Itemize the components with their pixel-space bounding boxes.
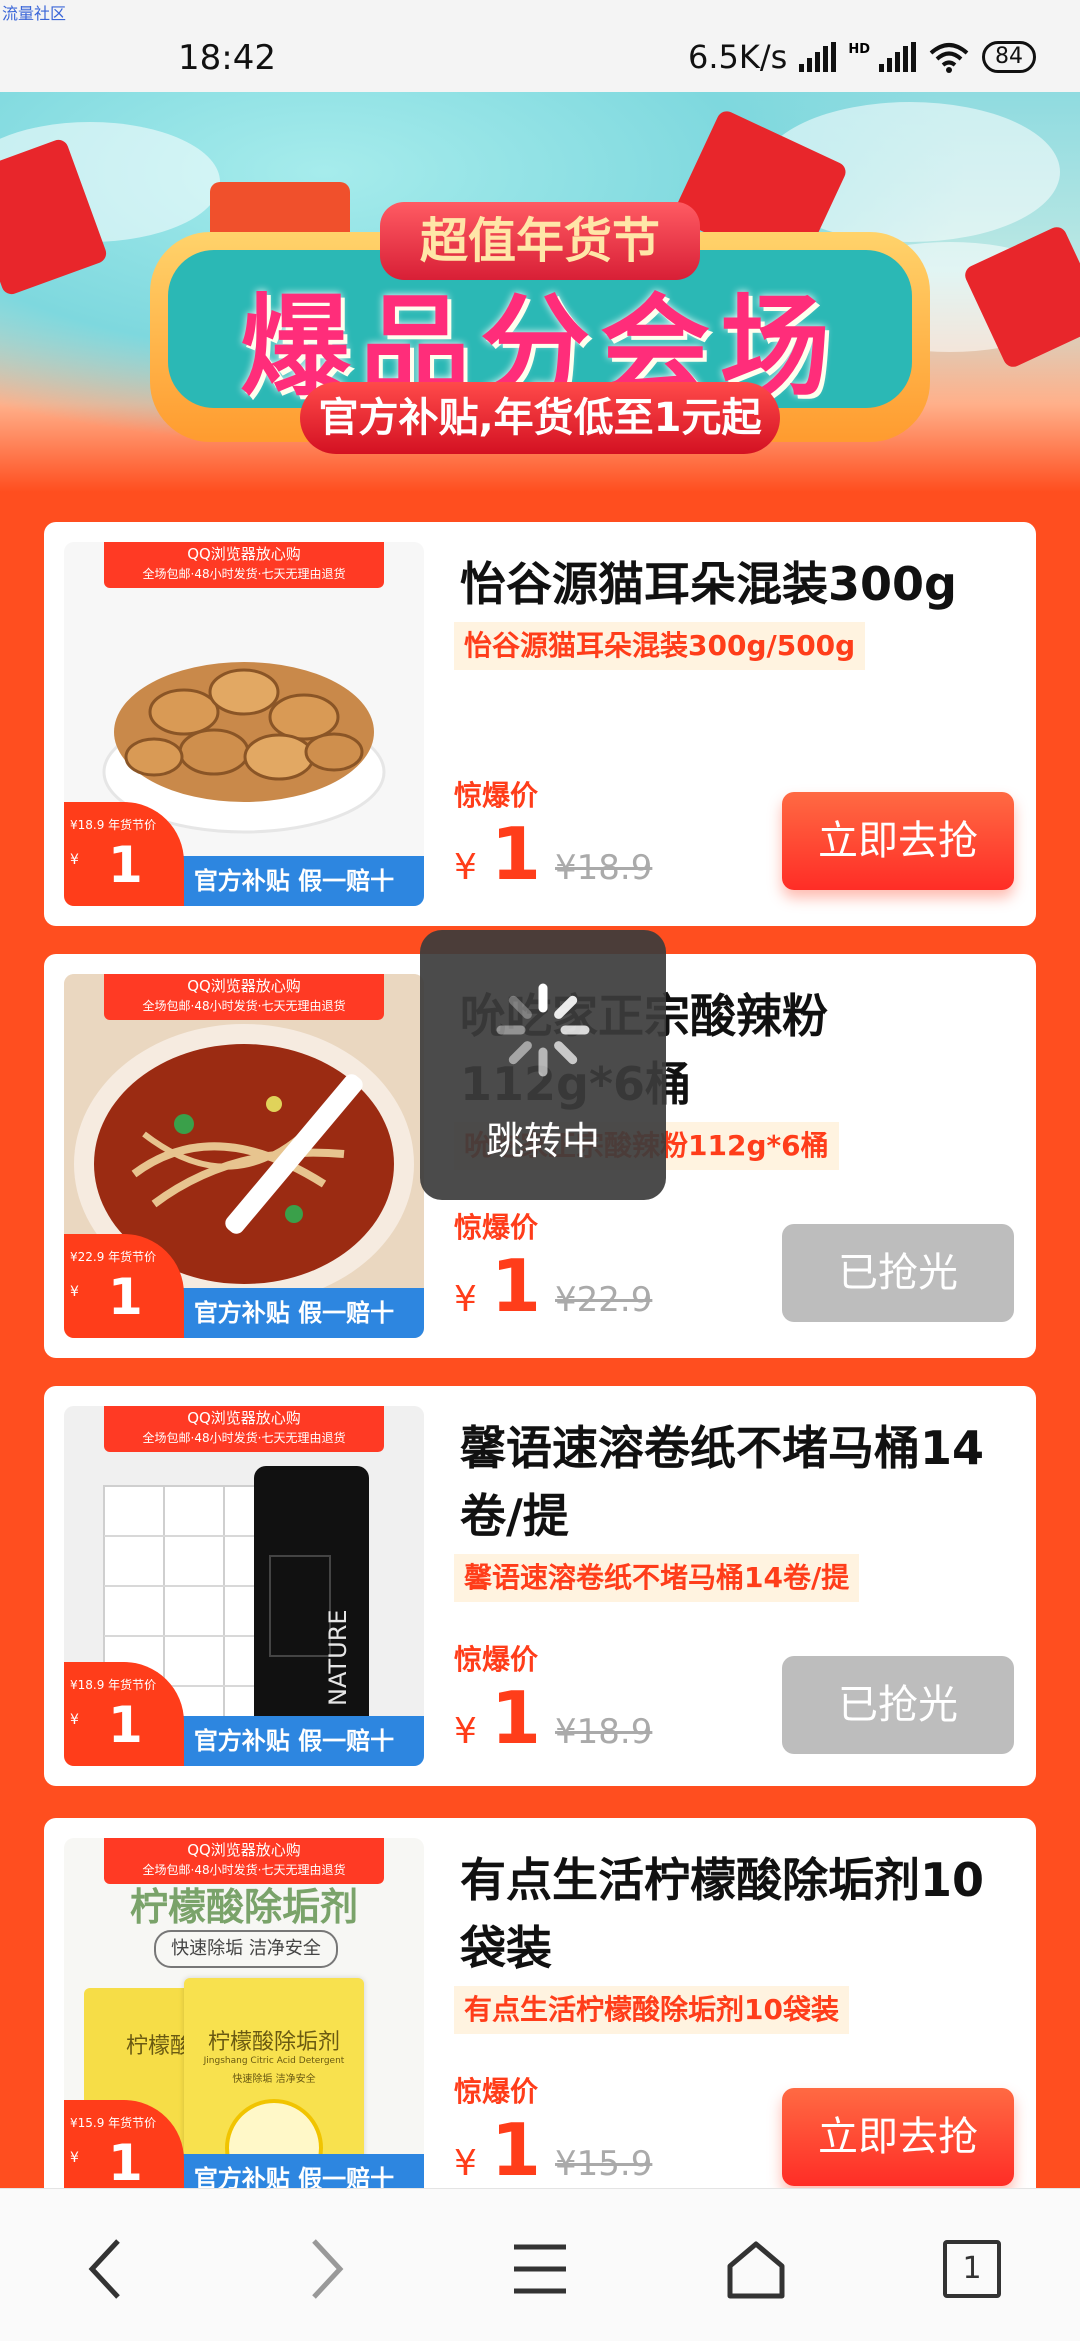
thumb-banner: QQ浏览器放心购 全场包邮·48小时发货·七天无理由退货 — [104, 1406, 384, 1452]
buy-now-button[interactable]: 立即去抢 — [782, 792, 1014, 890]
home-icon — [727, 2241, 785, 2299]
product-card[interactable]: NATURE QQ浏览器放心购 全场包邮·48小时发货·七天无理由退货 官方补贴 … — [44, 1386, 1036, 1786]
price-block: ¥ 1 ¥15.9 — [454, 2114, 652, 2186]
currency-symbol: ¥ — [454, 2143, 477, 2184]
price-label: 惊爆价 — [454, 1211, 539, 1244]
sold-out-button[interactable]: 已抢光 — [782, 1224, 1014, 1322]
currency-symbol: ¥ — [454, 847, 477, 888]
loading-spinner-icon — [496, 983, 590, 1077]
product-image[interactable]: 柠檬酸除垢剂 快速除垢 洁净安全 柠檬酸 柠檬酸除垢剂 Jingshang Ci… — [64, 1838, 424, 2218]
original-price: ¥15.9 — [555, 2144, 653, 2184]
toast-text: 跳转中 — [485, 1119, 600, 1163]
thumb-footer: 官方补贴 假一赔十 — [164, 856, 424, 906]
promo-banner: 超值年货节 爆品分会场 官方补贴,年货低至1元起 — [0, 92, 1080, 492]
current-price: 1 — [490, 812, 542, 896]
product-title[interactable]: 怡谷源猫耳朵混装300g — [460, 550, 1006, 618]
thumb-footer: 官方补贴 假一赔十 — [164, 1288, 424, 1338]
tab-count: 1 — [943, 2240, 1001, 2298]
currency-symbol: ¥ — [454, 1711, 477, 1752]
original-price: ¥22.9 — [555, 1280, 653, 1320]
thumb-banner: QQ浏览器放心购 全场包邮·48小时发货·七天无理由退货 — [104, 542, 384, 588]
original-price: ¥18.9 — [555, 1712, 653, 1752]
product-image[interactable]: QQ浏览器放心购 全场包邮·48小时发货·七天无理由退货 官方补贴 假一赔十 ¥2… — [64, 974, 424, 1338]
svg-text:NATURE: NATURE — [324, 1609, 352, 1706]
product-image[interactable]: QQ浏览器放心购 全场包邮·48小时发货·七天无理由退货 官方补贴 假一赔十 ¥1… — [64, 542, 424, 906]
current-price: 1 — [490, 1244, 542, 1328]
browser-toolbar: 1 — [0, 2188, 1080, 2341]
hd-label: HD — [848, 41, 870, 57]
product-tag: 有点生活柠檬酸除垢剂10袋装 — [454, 1986, 849, 2034]
chevron-left-icon — [88, 2239, 120, 2299]
thumb-banner: QQ浏览器放心购 全场包邮·48小时发货·七天无理由退货 — [104, 1838, 384, 1884]
price-label: 惊爆价 — [454, 779, 539, 812]
home-button[interactable] — [716, 2229, 796, 2309]
price-block: ¥ 1 ¥18.9 — [454, 1682, 652, 1754]
banner-subtitle: 官方补贴,年货低至1元起 — [300, 382, 780, 454]
product-card[interactable]: QQ浏览器放心购 全场包邮·48小时发货·七天无理由退货 官方补贴 假一赔十 ¥1… — [44, 522, 1036, 926]
wifi-icon — [929, 43, 969, 73]
buy-now-button[interactable]: 立即去抢 — [782, 2088, 1014, 2186]
thumb-subheading: 快速除垢 洁净安全 — [154, 1930, 338, 1968]
thumb-footer: 官方补贴 假一赔十 — [164, 1716, 424, 1766]
current-price: 1 — [490, 1676, 542, 1760]
network-speed: 6.5K/s — [688, 38, 788, 76]
price-block: ¥ 1 ¥18.9 — [454, 818, 652, 890]
product-title[interactable]: 有点生活柠檬酸除垢剂10袋装 — [460, 1846, 1006, 1982]
signal-hd-icon — [879, 42, 916, 72]
loading-toast: 跳转中 — [420, 930, 666, 1200]
currency-symbol: ¥ — [454, 1279, 477, 1320]
back-button[interactable] — [66, 2229, 146, 2309]
price-label: 惊爆价 — [454, 2075, 539, 2108]
status-time: 18:42 — [178, 38, 276, 78]
signal-icon — [799, 42, 837, 72]
product-card[interactable]: 柠檬酸除垢剂 快速除垢 洁净安全 柠檬酸 柠檬酸除垢剂 Jingshang Ci… — [44, 1818, 1036, 2238]
product-image[interactable]: NATURE QQ浏览器放心购 全场包邮·48小时发货·七天无理由退货 官方补贴 … — [64, 1406, 424, 1766]
product-title[interactable]: 馨语速溶卷纸不堵马桶14卷/提 — [460, 1414, 1006, 1550]
product-tag: 馨语速溶卷纸不堵马桶14卷/提 — [454, 1554, 860, 1602]
status-bar: 18:42 6.5K/s HD 84 — [0, 0, 1080, 92]
thumb-heading: 柠檬酸除垢剂 — [129, 1885, 358, 1929]
price-block: ¥ 1 ¥22.9 — [454, 1250, 652, 1322]
menu-button[interactable] — [500, 2229, 580, 2309]
chevron-right-icon — [312, 2239, 344, 2299]
product-tag: 怡谷源猫耳朵混装300g/500g — [454, 622, 866, 670]
status-indicators: 6.5K/s HD 84 — [688, 38, 1036, 76]
tabs-button[interactable]: 1 — [932, 2229, 1012, 2309]
current-price: 1 — [490, 2108, 542, 2192]
thumb-banner: QQ浏览器放心购 全场包邮·48小时发货·七天无理由退货 — [104, 974, 384, 1020]
menu-icon — [514, 2244, 566, 2294]
sold-out-button[interactable]: 已抢光 — [782, 1656, 1014, 1754]
battery-indicator: 84 — [982, 41, 1036, 73]
price-label: 惊爆价 — [454, 1643, 539, 1676]
original-price: ¥18.9 — [555, 848, 653, 888]
watermark: 流量社区 — [2, 4, 67, 23]
forward-button[interactable] — [286, 2229, 366, 2309]
